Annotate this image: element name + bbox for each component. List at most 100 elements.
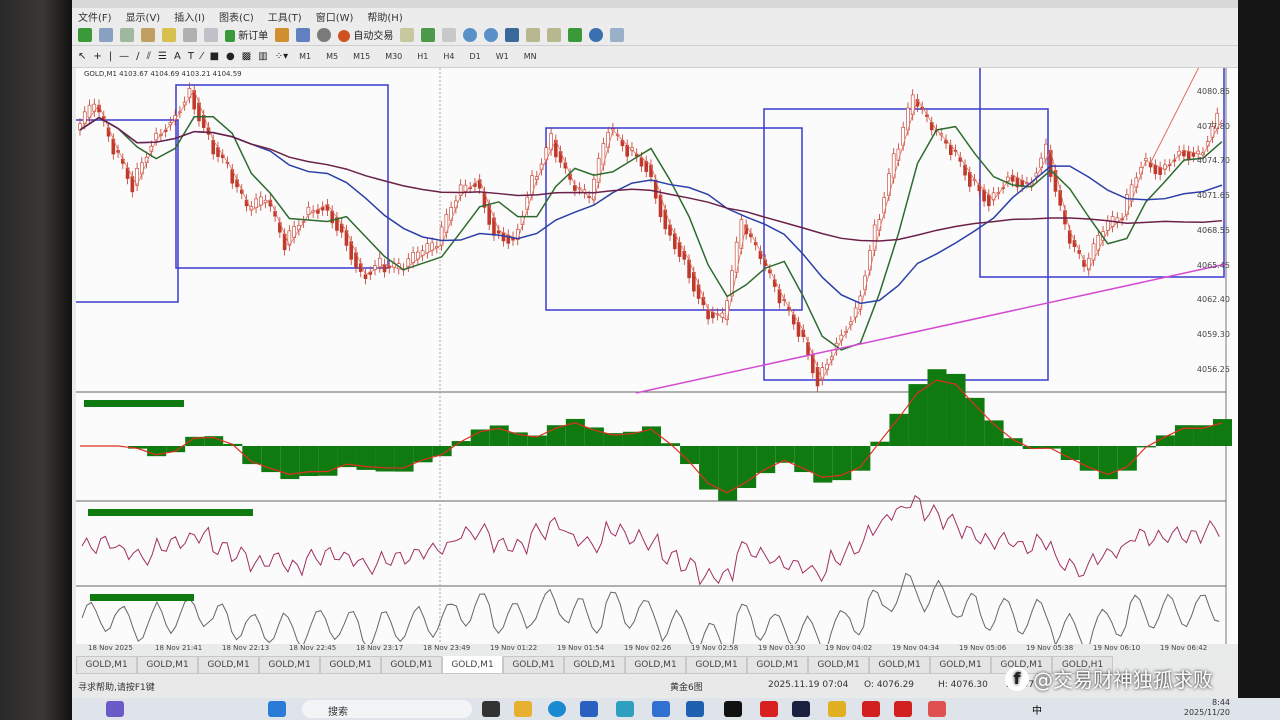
chart-tab[interactable]: GOLD,M1 xyxy=(320,656,381,674)
text-label-icon[interactable]: T xyxy=(188,51,194,62)
bar-chart-icon[interactable] xyxy=(400,27,415,42)
xm-icon[interactable] xyxy=(724,701,742,717)
file-explorer-icon[interactable] xyxy=(514,701,532,717)
rectangle-icon[interactable]: ■ xyxy=(210,51,219,62)
menu-insert[interactable]: 插入(I) xyxy=(174,9,205,24)
trading-app-icon[interactable] xyxy=(828,701,846,717)
tf-m30[interactable]: M30 xyxy=(381,52,406,61)
trendline-icon[interactable]: / xyxy=(136,51,139,62)
candlestick-icon[interactable] xyxy=(421,27,436,42)
arrow-icon[interactable]: ⁄ xyxy=(201,51,203,62)
kvb-icon[interactable] xyxy=(792,701,810,717)
candle xyxy=(306,206,311,216)
chart-tab[interactable]: GOLD,M1 xyxy=(869,656,930,674)
menu-help[interactable]: 帮助(H) xyxy=(367,9,402,24)
shapes-dropdown-icon[interactable]: ⁘▾ xyxy=(275,51,288,62)
box-object[interactable] xyxy=(73,119,179,303)
options-icon[interactable] xyxy=(296,27,311,42)
tf-m15[interactable]: M15 xyxy=(349,52,374,61)
teams-icon[interactable] xyxy=(106,701,124,717)
indicators-icon[interactable] xyxy=(568,27,583,42)
fibo-channel-icon[interactable]: ▥ xyxy=(258,51,267,62)
vertical-line-icon[interactable]: | xyxy=(109,51,112,62)
chart-tab[interactable]: GOLD,M1 xyxy=(930,656,991,674)
data-window-icon[interactable] xyxy=(162,27,176,42)
cursor-icon[interactable]: ↖ xyxy=(78,51,86,62)
chart-tab[interactable]: GOLD,M1 xyxy=(198,656,259,674)
tf-d1[interactable]: D1 xyxy=(466,52,485,61)
zoom-out-icon[interactable] xyxy=(484,27,499,42)
ec-icon[interactable] xyxy=(862,701,880,717)
chart-tab[interactable]: GOLD,M1 xyxy=(442,656,503,674)
auto-trading-button[interactable]: 自动交易 xyxy=(338,27,393,42)
chart-shift-icon[interactable] xyxy=(526,27,541,42)
new-order-button[interactable]: 新订单 xyxy=(225,27,268,42)
line-chart-icon[interactable] xyxy=(442,27,457,42)
chart-tab[interactable]: GOLD,M1 xyxy=(686,656,747,674)
menu-view[interactable]: 显示(V) xyxy=(126,9,161,24)
menu-tools[interactable]: 工具(T) xyxy=(268,9,302,24)
chart-tab[interactable]: GOLD,M1 xyxy=(564,656,625,674)
chart-tab[interactable]: GOLD,M1 xyxy=(625,656,686,674)
templates-icon[interactable] xyxy=(610,27,625,42)
chart-tab[interactable]: GOLD,M1 xyxy=(381,656,442,674)
profiles-icon[interactable] xyxy=(99,27,113,42)
menu-charts[interactable]: 图表(C) xyxy=(219,9,254,24)
new-chart-icon[interactable] xyxy=(78,27,92,42)
tf-h4[interactable]: H4 xyxy=(439,52,458,61)
menu-window[interactable]: 窗口(W) xyxy=(316,9,354,24)
app-icon[interactable] xyxy=(652,701,670,717)
metaeditor-icon[interactable] xyxy=(275,27,290,42)
gann-grid-icon[interactable]: ▩ xyxy=(242,51,251,62)
menu-file[interactable]: 文件(F) xyxy=(78,9,112,24)
box-object[interactable] xyxy=(979,62,1225,278)
horizontal-line-icon[interactable]: — xyxy=(119,51,129,62)
text-icon[interactable]: A xyxy=(174,51,181,62)
tf-h1[interactable]: H1 xyxy=(413,52,432,61)
tf-w1[interactable]: W1 xyxy=(492,52,513,61)
chart-tab[interactable]: GOLD,M1 xyxy=(259,656,320,674)
tile-windows-icon[interactable] xyxy=(505,27,520,42)
chart-tab[interactable]: GOLD,M1 xyxy=(503,656,564,674)
app-icon[interactable] xyxy=(616,701,634,717)
chart-tab[interactable]: GOLD,M1 xyxy=(76,656,137,674)
chart-tab[interactable]: GOLD,M1 xyxy=(747,656,808,674)
chart-canvas[interactable] xyxy=(73,62,1238,655)
box-object[interactable] xyxy=(175,84,389,269)
tester-icon[interactable] xyxy=(204,27,218,42)
zoom-in-icon[interactable] xyxy=(463,27,478,42)
channel-icon[interactable]: ⫽ xyxy=(147,51,151,62)
ime-indicator[interactable]: 中 xyxy=(1032,702,1042,717)
ellipse-icon[interactable]: ● xyxy=(226,51,235,62)
tf-m5[interactable]: M5 xyxy=(322,52,342,61)
fibonacci-icon[interactable]: ☰ xyxy=(158,51,167,62)
clock[interactable]: 8:44 2025/11/20 xyxy=(1184,698,1230,718)
task-view-icon[interactable] xyxy=(482,701,500,717)
chart-tab[interactable]: GOLD,M1 xyxy=(137,656,198,674)
candle xyxy=(106,127,111,137)
chart-window[interactable]: GOLD,M1 4103.67 4104.69 4103.21 4104.59 … xyxy=(73,62,1238,655)
edge-icon[interactable] xyxy=(548,701,566,717)
trading-app-icon[interactable] xyxy=(760,701,778,717)
start-icon[interactable] xyxy=(268,701,286,717)
tf-mn[interactable]: MN xyxy=(520,52,541,61)
qq-icon[interactable] xyxy=(928,701,946,717)
outlook-icon[interactable] xyxy=(686,701,704,717)
search-label: 搜索 xyxy=(328,707,348,718)
watermark: f @交易财神独孤求败 xyxy=(1005,664,1213,693)
candle xyxy=(1153,164,1158,175)
ec-icon[interactable] xyxy=(894,701,912,717)
autoscroll-icon[interactable] xyxy=(547,27,562,42)
chart-tab[interactable]: GOLD,M1 xyxy=(808,656,869,674)
taskbar-search[interactable]: 搜索 xyxy=(302,700,472,718)
crosshair-icon[interactable]: + xyxy=(93,51,101,62)
navigator-icon[interactable] xyxy=(141,27,155,42)
watermark-text: @交易财神独孤求败 xyxy=(1033,668,1213,692)
candle xyxy=(1082,259,1086,267)
tf-m1[interactable]: M1 xyxy=(295,52,315,61)
market-watch-icon[interactable] xyxy=(120,27,134,42)
terminal-icon[interactable] xyxy=(183,27,197,42)
globe-icon[interactable] xyxy=(317,27,332,42)
store-icon[interactable] xyxy=(580,701,598,717)
periods-icon[interactable] xyxy=(589,27,604,42)
